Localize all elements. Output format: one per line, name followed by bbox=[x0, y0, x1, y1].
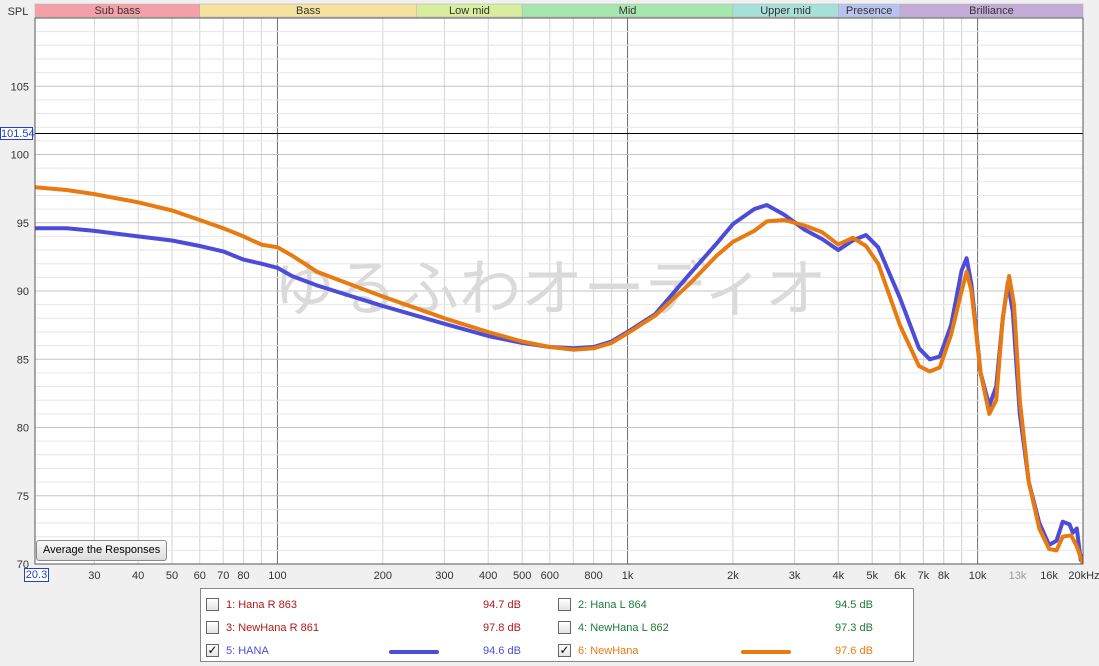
y-tick-label-85: 85 bbox=[17, 354, 29, 366]
x-cursor-value-label: 20.3 bbox=[24, 568, 49, 582]
x-tick-label-22: 13k bbox=[1009, 570, 1027, 582]
band-label-2: Low mid bbox=[449, 5, 490, 17]
legend-item-3-checkbox[interactable] bbox=[206, 621, 219, 634]
y-tick-label-105: 105 bbox=[11, 81, 29, 93]
y-cursor-value-label: 101.54 bbox=[0, 127, 35, 140]
x-tick-label-13: 1k bbox=[622, 570, 634, 582]
band-label-4: Upper mid bbox=[760, 5, 811, 17]
x-tick-label-16: 4k bbox=[832, 570, 844, 582]
average-responses-button[interactable]: Average the Responses bbox=[36, 540, 168, 561]
band-label-3: Mid bbox=[619, 5, 637, 17]
legend-item-4-value: 97.3 dB bbox=[835, 622, 873, 634]
y-tick-label-75: 75 bbox=[17, 491, 29, 503]
band-label-0: Sub bass bbox=[94, 5, 140, 17]
frequency-response-chart[interactable]: Sub bass Bass Low mid Mid Upper mid Presence B… bbox=[0, 0, 1099, 588]
x-tick-label-3: 60 bbox=[194, 570, 206, 582]
x-tick-label-24: 20kHz bbox=[1068, 570, 1099, 582]
legend-item-2-label: 2: Hana L 864 bbox=[578, 599, 647, 611]
legend-item-5-value: 94.6 dB bbox=[483, 645, 521, 657]
legend-item-3-value: 97.8 dB bbox=[483, 622, 521, 634]
x-tick-label-15: 3k bbox=[789, 570, 801, 582]
y-axis-label: SPL bbox=[8, 6, 29, 18]
x-tick-label-17: 5k bbox=[866, 570, 878, 582]
legend-item-1-label: 1: Hana R 863 bbox=[226, 599, 297, 611]
y-tick-label-95: 95 bbox=[17, 218, 29, 230]
x-tick-label-18: 6k bbox=[894, 570, 906, 582]
band-label-5: Presence bbox=[846, 5, 892, 17]
x-tick-label-23: 16k bbox=[1040, 570, 1058, 582]
legend-item-4-checkbox[interactable] bbox=[558, 621, 571, 634]
y-tick-label-80: 80 bbox=[17, 423, 29, 435]
legend-item-4-label: 4: NewHana L 862 bbox=[578, 622, 669, 634]
x-tick-label-5: 80 bbox=[237, 570, 249, 582]
band-label-1: Bass bbox=[296, 5, 321, 17]
legend-item-2-checkbox[interactable] bbox=[558, 598, 571, 611]
legend-item-6-label: 6: NewHana bbox=[578, 645, 639, 657]
x-tick-label-12: 800 bbox=[584, 570, 602, 582]
x-tick-label-19: 7k bbox=[918, 570, 930, 582]
legend-item-5-label: 5: HANA bbox=[226, 645, 269, 657]
legend-item-5-checkbox[interactable]: ✓ bbox=[206, 644, 219, 657]
x-tick-label-0: 30 bbox=[88, 570, 100, 582]
x-tick-label-6: 100 bbox=[268, 570, 286, 582]
x-tick-label-9: 400 bbox=[479, 570, 497, 582]
x-tick-label-7: 200 bbox=[374, 570, 392, 582]
y-tick-label-90: 90 bbox=[17, 286, 29, 298]
x-tick-label-4: 70 bbox=[217, 570, 229, 582]
x-tick-label-21: 10k bbox=[969, 570, 987, 582]
legend-panel: 1: Hana R 863 94.7 dB 2: Hana L 864 94.5… bbox=[200, 588, 914, 662]
band-label-6: Brilliance bbox=[969, 5, 1014, 17]
legend-item-5-swatch bbox=[389, 650, 439, 654]
x-tick-label-2: 50 bbox=[166, 570, 178, 582]
legend-item-6-swatch bbox=[741, 650, 791, 654]
y-tick-label-100: 100 bbox=[11, 150, 29, 162]
x-tick-label-20: 8k bbox=[938, 570, 950, 582]
x-tick-label-11: 600 bbox=[541, 570, 559, 582]
legend-item-2-value: 94.5 dB bbox=[835, 599, 873, 611]
legend-item-1-checkbox[interactable] bbox=[206, 598, 219, 611]
legend-item-6-checkbox[interactable]: ✓ bbox=[558, 644, 571, 657]
x-tick-label-10: 500 bbox=[513, 570, 531, 582]
legend-item-6-value: 97.6 dB bbox=[835, 645, 873, 657]
legend-item-3-label: 3: NewHana R 861 bbox=[226, 622, 319, 634]
x-tick-label-14: 2k bbox=[727, 570, 739, 582]
x-tick-label-1: 40 bbox=[132, 570, 144, 582]
legend-item-1-value: 94.7 dB bbox=[483, 599, 521, 611]
x-tick-label-8: 300 bbox=[435, 570, 453, 582]
